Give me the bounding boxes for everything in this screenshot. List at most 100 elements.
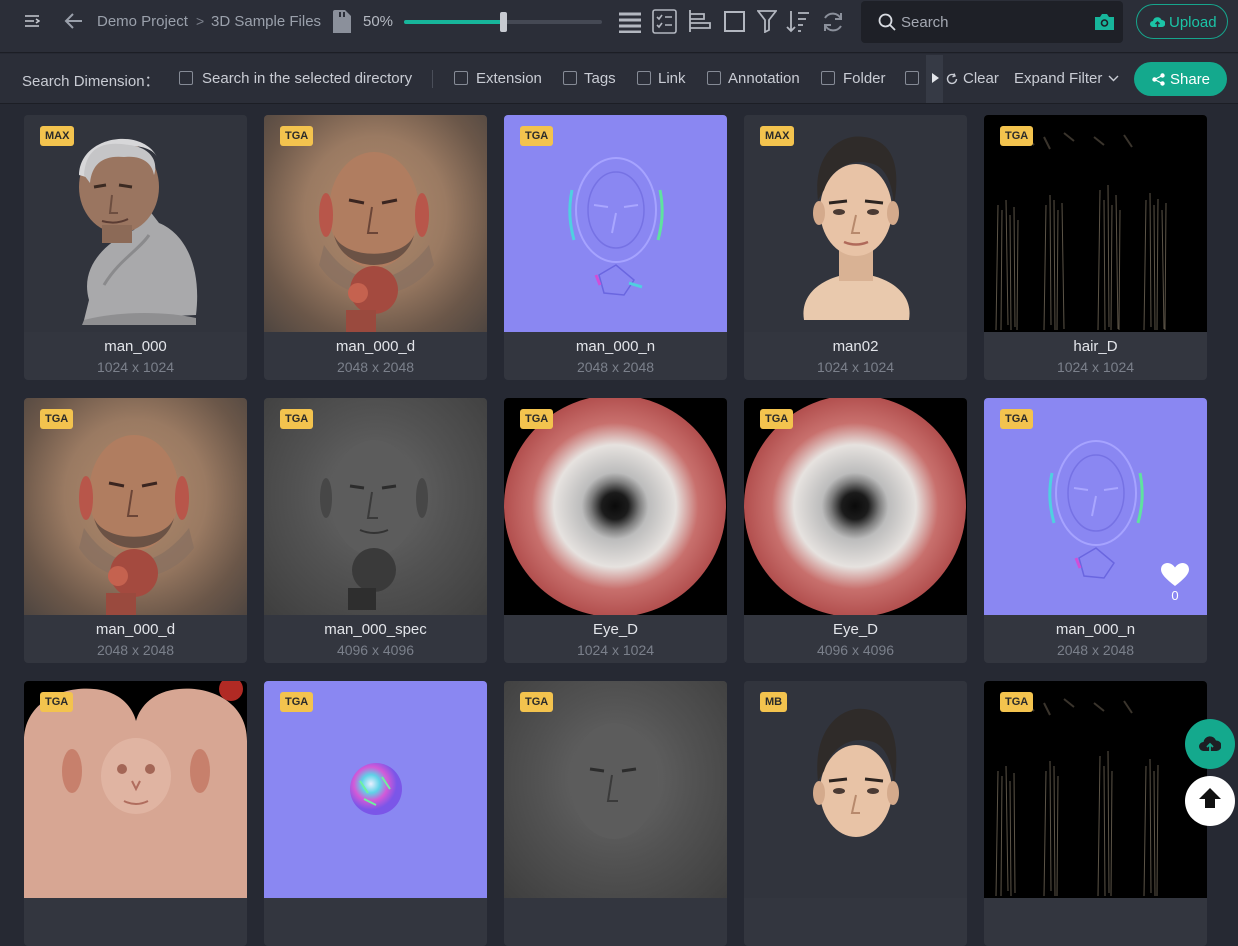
- file-thumbnail: [744, 115, 967, 332]
- file-name: man_000_d: [335, 338, 416, 355]
- file-dimensions: 1024 x 1024: [96, 359, 175, 375]
- file-type-badge: MB: [760, 692, 788, 712]
- heart-icon[interactable]: [1161, 563, 1189, 587]
- list-view-icon[interactable]: [619, 11, 641, 33]
- file-thumbnail: [264, 115, 487, 332]
- file-name: Eye_D: [832, 621, 879, 638]
- file-card[interactable]: TGA hair_D 1024 x 1024: [984, 115, 1207, 380]
- checkbox-folder[interactable]: [821, 71, 835, 85]
- file-name: hair_D: [1073, 338, 1118, 355]
- file-dimensions: 1024 x 1024: [576, 642, 655, 658]
- option-folder[interactable]: Folder: [843, 70, 886, 87]
- arrow-up-icon: [1199, 788, 1221, 808]
- sort-icon[interactable]: [786, 10, 810, 33]
- file-type-badge: TGA: [280, 692, 314, 712]
- file-name: man_000_n: [1055, 621, 1136, 638]
- file-dimensions: 2048 x 2048: [336, 359, 415, 375]
- checkbox-link[interactable]: [637, 71, 651, 85]
- option-selected-directory[interactable]: Search in the selected directory: [202, 70, 412, 87]
- file-icon[interactable]: [333, 10, 351, 33]
- file-type-badge: TGA: [520, 692, 554, 712]
- scroll-to-top-button[interactable]: [1185, 776, 1235, 826]
- file-type-badge: TGA: [40, 692, 74, 712]
- file-card[interactable]: TGA man_000_n 2048 x 2048: [504, 115, 727, 380]
- file-type-badge: TGA: [40, 409, 74, 429]
- file-thumbnail: [24, 115, 247, 332]
- checkbox-selected-directory[interactable]: [179, 71, 193, 85]
- file-type-badge: TGA: [760, 409, 794, 429]
- file-thumbnail: [264, 681, 487, 898]
- back-arrow-icon[interactable]: [64, 12, 84, 30]
- file-dimensions: 1024 x 1024: [816, 359, 895, 375]
- checkbox-overflow[interactable]: [905, 71, 919, 85]
- file-type-badge: TGA: [520, 409, 554, 429]
- file-card[interactable]: TGA man_000_spec 4096 x 4096: [264, 398, 487, 663]
- file-card[interactable]: TGA man_000_d 2048 x 2048: [24, 398, 247, 663]
- file-dimensions: 2048 x 2048: [1056, 642, 1135, 658]
- zoom-level: 50%: [363, 13, 394, 30]
- share-button[interactable]: Share: [1134, 62, 1227, 96]
- file-card[interactable]: MB: [744, 681, 967, 946]
- file-card[interactable]: TGA: [984, 681, 1207, 946]
- file-dimensions: 2048 x 2048: [96, 642, 175, 658]
- option-annotation[interactable]: Annotation: [728, 70, 800, 87]
- breadcrumb-folder[interactable]: 3D Sample Files: [211, 13, 321, 30]
- search-dimension-label: Search Dimension：: [22, 73, 160, 90]
- file-card[interactable]: TGA Eye_D 1024 x 1024: [504, 398, 727, 663]
- option-extension[interactable]: Extension: [476, 70, 542, 87]
- search-input[interactable]: Search: [861, 1, 1123, 43]
- collapse-sidebar-icon[interactable]: [24, 13, 40, 29]
- option-link[interactable]: Link: [658, 70, 686, 87]
- file-card[interactable]: TGA 0 man_000_n 2048 x 2048: [984, 398, 1207, 663]
- checkbox-tags[interactable]: [563, 71, 577, 85]
- breadcrumb-project[interactable]: Demo Project: [97, 13, 188, 30]
- file-name: man02: [832, 338, 879, 355]
- file-thumbnail: [504, 115, 727, 332]
- file-card[interactable]: TGA: [504, 681, 727, 946]
- file-dimensions: 2048 x 2048: [576, 359, 655, 375]
- filter-icon[interactable]: [757, 10, 777, 33]
- floating-upload-button[interactable]: [1185, 719, 1235, 769]
- file-name: man_000_spec: [324, 621, 427, 638]
- share-label: Share: [1170, 71, 1211, 88]
- zoom-slider-fill: [404, 20, 503, 24]
- file-name: man_000: [104, 338, 167, 355]
- file-card[interactable]: TGA: [24, 681, 247, 946]
- checkbox-extension[interactable]: [454, 71, 468, 85]
- file-dimensions: 4096 x 4096: [816, 642, 895, 658]
- file-type-badge: TGA: [280, 409, 314, 429]
- file-thumbnail: [504, 681, 727, 898]
- clear-button[interactable]: Clear: [963, 70, 999, 87]
- checkbox-annotation[interactable]: [707, 71, 721, 85]
- select-box-icon[interactable]: [724, 11, 745, 32]
- upload-label: Upload: [1169, 14, 1217, 31]
- refresh-icon[interactable]: [822, 11, 844, 33]
- file-thumbnail: [24, 398, 247, 615]
- zoom-slider-handle[interactable]: [500, 12, 507, 32]
- divider: [432, 70, 433, 88]
- camera-icon[interactable]: [1094, 13, 1115, 31]
- clear-icon[interactable]: [946, 73, 958, 85]
- checklist-icon[interactable]: [652, 9, 677, 34]
- file-type-badge: TGA: [280, 126, 314, 146]
- file-thumbnail: [984, 681, 1207, 898]
- chevron-down-icon[interactable]: [1108, 75, 1119, 82]
- scroll-right-icon[interactable]: [932, 73, 939, 83]
- file-thumbnail: [504, 398, 727, 615]
- file-card[interactable]: MAX man_000 1024 x 1024: [24, 115, 247, 380]
- expand-filter-button[interactable]: Expand Filter: [1014, 70, 1102, 87]
- upload-button[interactable]: Upload: [1136, 4, 1228, 39]
- file-type-badge: MAX: [760, 126, 795, 146]
- file-card[interactable]: TGA: [264, 681, 487, 946]
- file-type-badge: TGA: [1000, 692, 1034, 712]
- breadcrumb-separator: >: [196, 13, 205, 29]
- file-type-badge: TGA: [520, 126, 554, 146]
- align-icon[interactable]: [688, 10, 712, 32]
- file-type-badge: TGA: [1000, 409, 1034, 429]
- file-card[interactable]: TGA man_000_d 2048 x 2048: [264, 115, 487, 380]
- file-type-badge: MAX: [40, 126, 75, 146]
- option-tags[interactable]: Tags: [584, 70, 616, 87]
- file-card[interactable]: MAX man02 1024 x 1024: [744, 115, 967, 380]
- cloud-upload-icon: [1199, 736, 1221, 752]
- file-card[interactable]: TGA Eye_D 4096 x 4096: [744, 398, 967, 663]
